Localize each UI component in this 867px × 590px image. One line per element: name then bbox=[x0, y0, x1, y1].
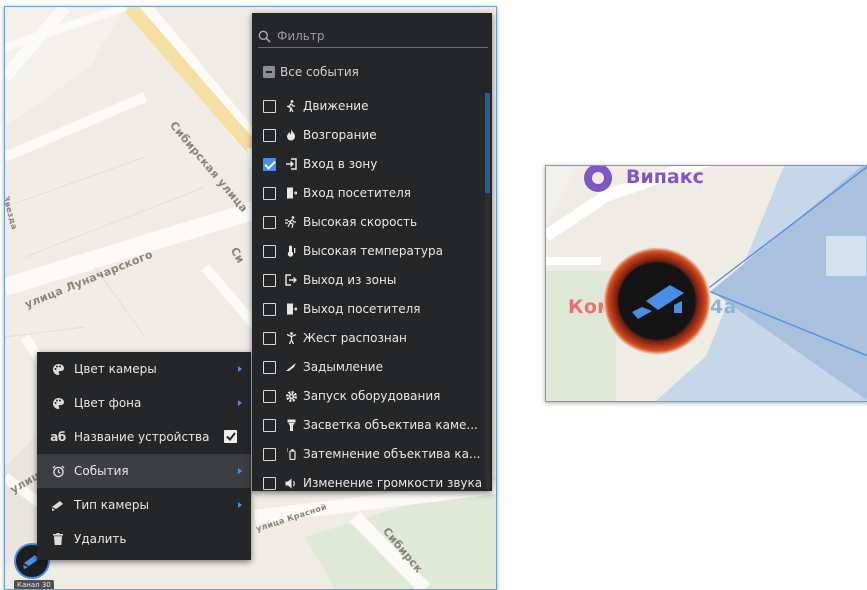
darken-icon bbox=[284, 448, 298, 460]
indeterminate-checkbox[interactable] bbox=[263, 66, 275, 78]
event-checkbox[interactable] bbox=[263, 186, 276, 200]
text-ab-icon: аб bbox=[50, 430, 66, 444]
search-icon bbox=[258, 30, 271, 43]
fire-icon bbox=[284, 129, 298, 141]
event-checkbox[interactable] bbox=[263, 476, 276, 490]
menu-item-label: Цвет камеры bbox=[74, 362, 157, 376]
palette-icon bbox=[50, 363, 66, 376]
exit-zone-icon bbox=[284, 274, 298, 286]
zoomed-marker-view: Випакс Ком 4а bbox=[545, 165, 867, 402]
event-item[interactable]: Выход посетителя bbox=[263, 299, 420, 319]
event-item[interactable]: Движение bbox=[263, 96, 368, 116]
menu-item-delete[interactable]: Удалить bbox=[37, 522, 251, 556]
event-label: Засветка объектива каме... bbox=[303, 418, 478, 432]
gesture-icon bbox=[284, 332, 298, 344]
menu-item-label: Цвет фона bbox=[74, 396, 142, 410]
door-exit-icon bbox=[284, 303, 298, 315]
camera-marker-zoomed[interactable] bbox=[603, 247, 711, 355]
camera-icon bbox=[632, 285, 684, 319]
event-checkbox[interactable] bbox=[263, 215, 276, 229]
event-checkbox[interactable] bbox=[263, 331, 276, 345]
thermometer-icon bbox=[284, 245, 298, 257]
event-label: Изменение громкости звука bbox=[303, 476, 483, 490]
event-label: Выход посетителя bbox=[303, 302, 421, 316]
event-item[interactable]: Высокая температура bbox=[263, 241, 443, 261]
device-name-checkbox[interactable] bbox=[224, 430, 237, 443]
gear-icon bbox=[284, 390, 298, 403]
palette-icon bbox=[50, 397, 66, 410]
alarm-clock-icon bbox=[50, 465, 66, 478]
menu-item-camera-color[interactable]: Цвет камеры bbox=[37, 352, 251, 386]
submenu-arrow-icon bbox=[238, 400, 242, 406]
filter-search-field[interactable]: Фильтр bbox=[258, 25, 488, 48]
event-label: Задымление bbox=[303, 360, 383, 374]
event-label: Жест распознан bbox=[303, 331, 407, 345]
menu-item-label: События bbox=[74, 464, 129, 478]
events-filter-panel: Фильтр Все события Движение Возгорание В… bbox=[252, 13, 492, 491]
event-label: Выход из зоны bbox=[303, 273, 397, 287]
trash-icon bbox=[50, 533, 66, 545]
event-item[interactable]: Вход в зону bbox=[263, 154, 377, 174]
context-menu: Цвет камеры Цвет фона аб Название устрой… bbox=[37, 352, 251, 560]
filter-placeholder: Фильтр bbox=[277, 29, 325, 43]
all-events-toggle[interactable]: Все события bbox=[263, 65, 359, 79]
smoke-icon bbox=[284, 362, 298, 372]
menu-item-label: Тип камеры bbox=[74, 498, 149, 512]
menu-item-camera-type[interactable]: Тип камеры bbox=[37, 488, 251, 522]
event-checkbox[interactable] bbox=[263, 389, 276, 403]
menu-item-background-color[interactable]: Цвет фона bbox=[37, 386, 251, 420]
event-item[interactable]: Засветка объектива каме... bbox=[263, 415, 478, 435]
scrollbar-thumb[interactable] bbox=[485, 93, 490, 193]
event-label: Вход посетителя bbox=[303, 186, 412, 200]
submenu-arrow-icon bbox=[238, 502, 242, 508]
menu-item-device-name[interactable]: аб Название устройства bbox=[37, 420, 251, 454]
event-item[interactable]: Высокая скорость bbox=[263, 212, 417, 232]
event-item[interactable]: Запуск оборудования bbox=[263, 386, 440, 406]
submenu-arrow-icon bbox=[238, 468, 242, 474]
walking-icon bbox=[284, 100, 298, 112]
event-checkbox[interactable] bbox=[263, 360, 276, 374]
all-events-label: Все события bbox=[280, 65, 359, 79]
event-item[interactable]: Изменение громкости звука bbox=[263, 473, 482, 491]
event-item[interactable]: Возгорание bbox=[263, 125, 377, 145]
event-item[interactable]: Вход посетителя bbox=[263, 183, 411, 203]
event-checkbox-checked[interactable] bbox=[263, 157, 276, 171]
event-checkbox[interactable] bbox=[263, 99, 276, 113]
flashlight-icon bbox=[284, 419, 298, 431]
event-label: Затемнение объектива ка... bbox=[303, 447, 481, 461]
enter-zone-icon bbox=[284, 158, 298, 170]
event-label: Запуск оборудования bbox=[303, 389, 441, 403]
event-item[interactable]: Выход из зоны bbox=[263, 270, 396, 290]
event-checkbox[interactable] bbox=[263, 244, 276, 258]
event-checkbox[interactable] bbox=[263, 302, 276, 316]
camera-caption: Канал 30 bbox=[14, 580, 54, 589]
place-label-vipaks: Випакс bbox=[626, 166, 704, 188]
event-label: Высокая скорость bbox=[303, 215, 418, 229]
menu-item-label: Название устройства bbox=[74, 430, 210, 444]
door-enter-icon bbox=[284, 187, 298, 199]
event-checkbox[interactable] bbox=[263, 447, 276, 461]
event-label: Вход в зону bbox=[303, 157, 378, 171]
event-checkbox[interactable] bbox=[263, 418, 276, 432]
event-label: Высокая температура bbox=[303, 244, 443, 258]
menu-item-events[interactable]: События bbox=[37, 454, 251, 488]
event-item[interactable]: Затемнение объектива ка... bbox=[263, 444, 480, 464]
event-item[interactable]: Жест распознан bbox=[263, 328, 407, 348]
volume-icon bbox=[284, 478, 298, 489]
camera-type-icon bbox=[50, 499, 66, 511]
filter-scrollbar[interactable] bbox=[485, 93, 490, 489]
event-label: Движение bbox=[303, 99, 369, 113]
running-icon bbox=[284, 216, 298, 228]
event-item[interactable]: Задымление bbox=[263, 357, 383, 377]
menu-item-label: Удалить bbox=[74, 532, 127, 546]
event-checkbox[interactable] bbox=[263, 273, 276, 287]
event-checkbox[interactable] bbox=[263, 128, 276, 142]
event-label: Возгорание bbox=[303, 128, 377, 142]
submenu-arrow-icon bbox=[238, 366, 242, 372]
